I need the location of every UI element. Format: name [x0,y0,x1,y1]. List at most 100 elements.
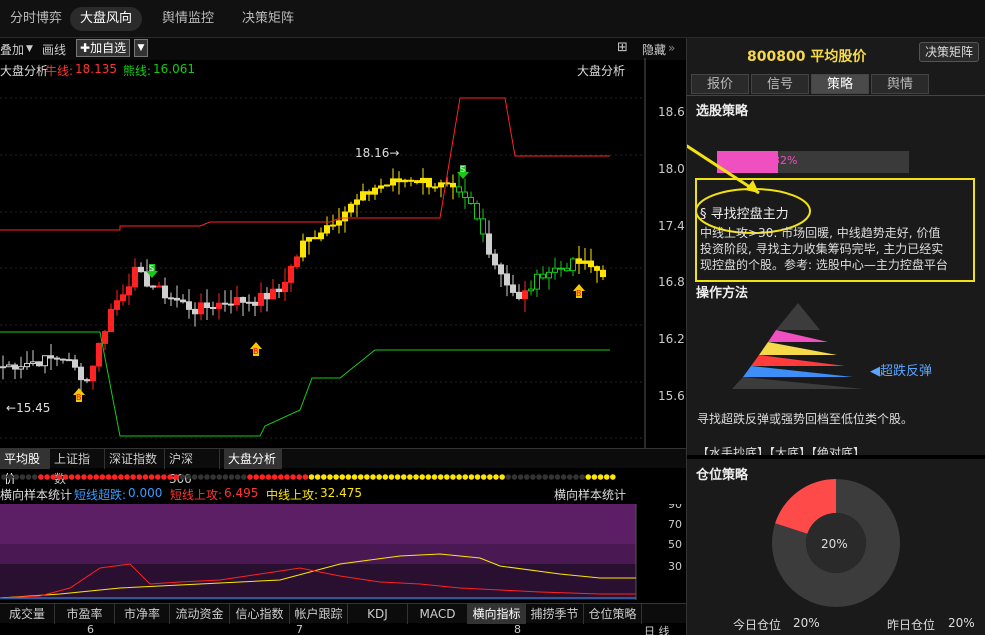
candle-body [318,232,324,240]
strategy-line-1: 中线上攻>30: 市场回暖, 中线趋势走好, 价值 [700,226,941,240]
signal-dot [198,474,204,480]
indicator-tab-0[interactable]: 成交量 [0,604,55,624]
candle-body [408,179,414,182]
candle-body [336,220,342,226]
decision-matrix-button[interactable]: 决策矩阵 [918,42,979,62]
candle-body [432,186,438,189]
pyramid-layer-blue [743,366,853,377]
signal-dot [87,474,93,480]
candle-body [24,362,30,368]
index-tab-1[interactable]: 上证指数 [50,449,105,486]
candle-body [66,359,72,362]
signal-dot [444,474,450,480]
candle-body [510,284,516,293]
candle-body [54,357,60,360]
candle-body [300,240,306,258]
short-up-value: 6.495 [224,486,259,500]
candle-body [504,273,510,286]
signal-dot [284,474,290,480]
indicator-tab-4[interactable]: 信心指数 [230,604,290,624]
signal-dot [388,474,395,480]
indicator-tab-6[interactable]: KDJ [348,604,408,624]
tab-market-trend[interactable]: 大盘风向 [70,7,143,31]
signal-dot [567,474,573,480]
bull-line [0,97,610,231]
signal-dot [302,474,309,480]
signal-dot [68,474,75,480]
tab-strategy[interactable]: 策略 [811,74,869,94]
signal-dot [99,474,106,480]
sell-marker-label-1: S [149,264,154,273]
right-panel: 800800 平均股价 决策矩阵 报价 信号 策略 舆情 选股策略 32% § … [686,38,985,635]
candle-body [570,258,576,272]
candle-body [132,266,138,288]
strategy-progress-fill [717,151,779,173]
signal-dot [351,474,358,480]
pyramid-layer-pink [768,330,828,342]
tab-sentiment[interactable]: 舆情 [871,74,929,94]
candle-body [390,178,396,186]
signal-dot-row [1,474,616,480]
candle-body [102,331,108,344]
index-tab-3[interactable]: 沪深300 [165,449,220,486]
indicator-right-title: 横向样本统计 [554,488,627,502]
signal-dot [75,474,81,480]
signal-dot [321,474,327,480]
tab-signal[interactable]: 信号 [751,74,809,94]
candle-body [72,359,78,368]
signal-dot [44,474,50,480]
low-annotation: ←15.45 [6,401,51,415]
indicator-tab-8[interactable]: 横向指标 [468,604,526,624]
indicator-tab-2[interactable]: 市净率 [115,604,170,624]
signal-dot [13,474,20,480]
signal-dot [585,474,592,480]
indicator-tab-7[interactable]: MACD [408,604,468,624]
indicator-chart[interactable]: 90 70 50 30 [0,504,686,602]
signal-dot [560,474,567,480]
candlestick-chart[interactable]: B B B S S [0,38,686,448]
indicator-tab-5[interactable]: 帐户跟踪 [290,604,348,624]
candle-body [114,300,120,310]
signal-dot [204,474,210,480]
signal-dot [499,474,505,480]
index-tab-4[interactable]: 大盘分析 [224,449,282,469]
tab-decision-matrix[interactable]: 决策矩阵 [232,7,304,31]
indicator-tab-1[interactable]: 市盈率 [55,604,115,624]
signal-dot [56,474,63,480]
mid-up-value: 32.475 [320,486,362,500]
signal-dot [210,474,216,480]
strategy-progress-bar: 32% [717,151,909,173]
tab-sentiment-monitor[interactable]: 舆情监控 [152,7,224,31]
period-label[interactable]: 日 线 [644,623,670,635]
pick-strategy-title: 选股策略 [696,104,749,119]
strategy-line-3: 现控盘的个股。参考: 选股中心—主力控盘平台 [700,258,948,272]
mid-up-label: 中线上攻: [266,488,319,502]
candle-body [600,269,606,278]
indicator-header: 横向样本统计 短线超跌: 0.000 短线上攻: 6.495 中线上攻: 32.… [0,486,686,504]
index-tab-0[interactable]: 平均股价 [0,449,50,486]
candle-body [228,303,234,306]
signal-dot [505,474,512,480]
signal-dot [579,474,585,480]
indicator-tab-10[interactable]: 仓位策略 [584,604,642,624]
indicator-tab-9[interactable]: 捕捞季节 [526,604,584,624]
candle-body [540,273,546,279]
indicator-tab-3[interactable]: 流动资金 [170,604,230,624]
price-tick-1: 18.0 [658,162,685,176]
tab-time-game[interactable]: 分时博弈 [0,7,72,31]
signal-dot [394,474,401,480]
yesterday-position-value: 20% [948,616,975,630]
candle-body [594,266,600,271]
signal-dot [241,474,247,480]
signal-dot [339,474,346,480]
strategy-box[interactable]: § 寻找控盘主力 中线上攻>30: 市场回暖, 中线趋势走好, 价值 投资阶段,… [695,178,975,282]
signal-dot [413,474,419,480]
index-tab-2[interactable]: 深证指数 [105,449,165,469]
indicator-tick-2: 50 [668,538,682,551]
today-position-value: 20% [793,616,820,630]
signal-dot [93,474,100,480]
candle-body [438,182,444,188]
signal-dot [487,474,493,480]
tab-quote[interactable]: 报价 [691,74,749,94]
top-tab-bar: 分时博弈 大盘风向 舆情监控 决策矩阵 [0,0,985,38]
